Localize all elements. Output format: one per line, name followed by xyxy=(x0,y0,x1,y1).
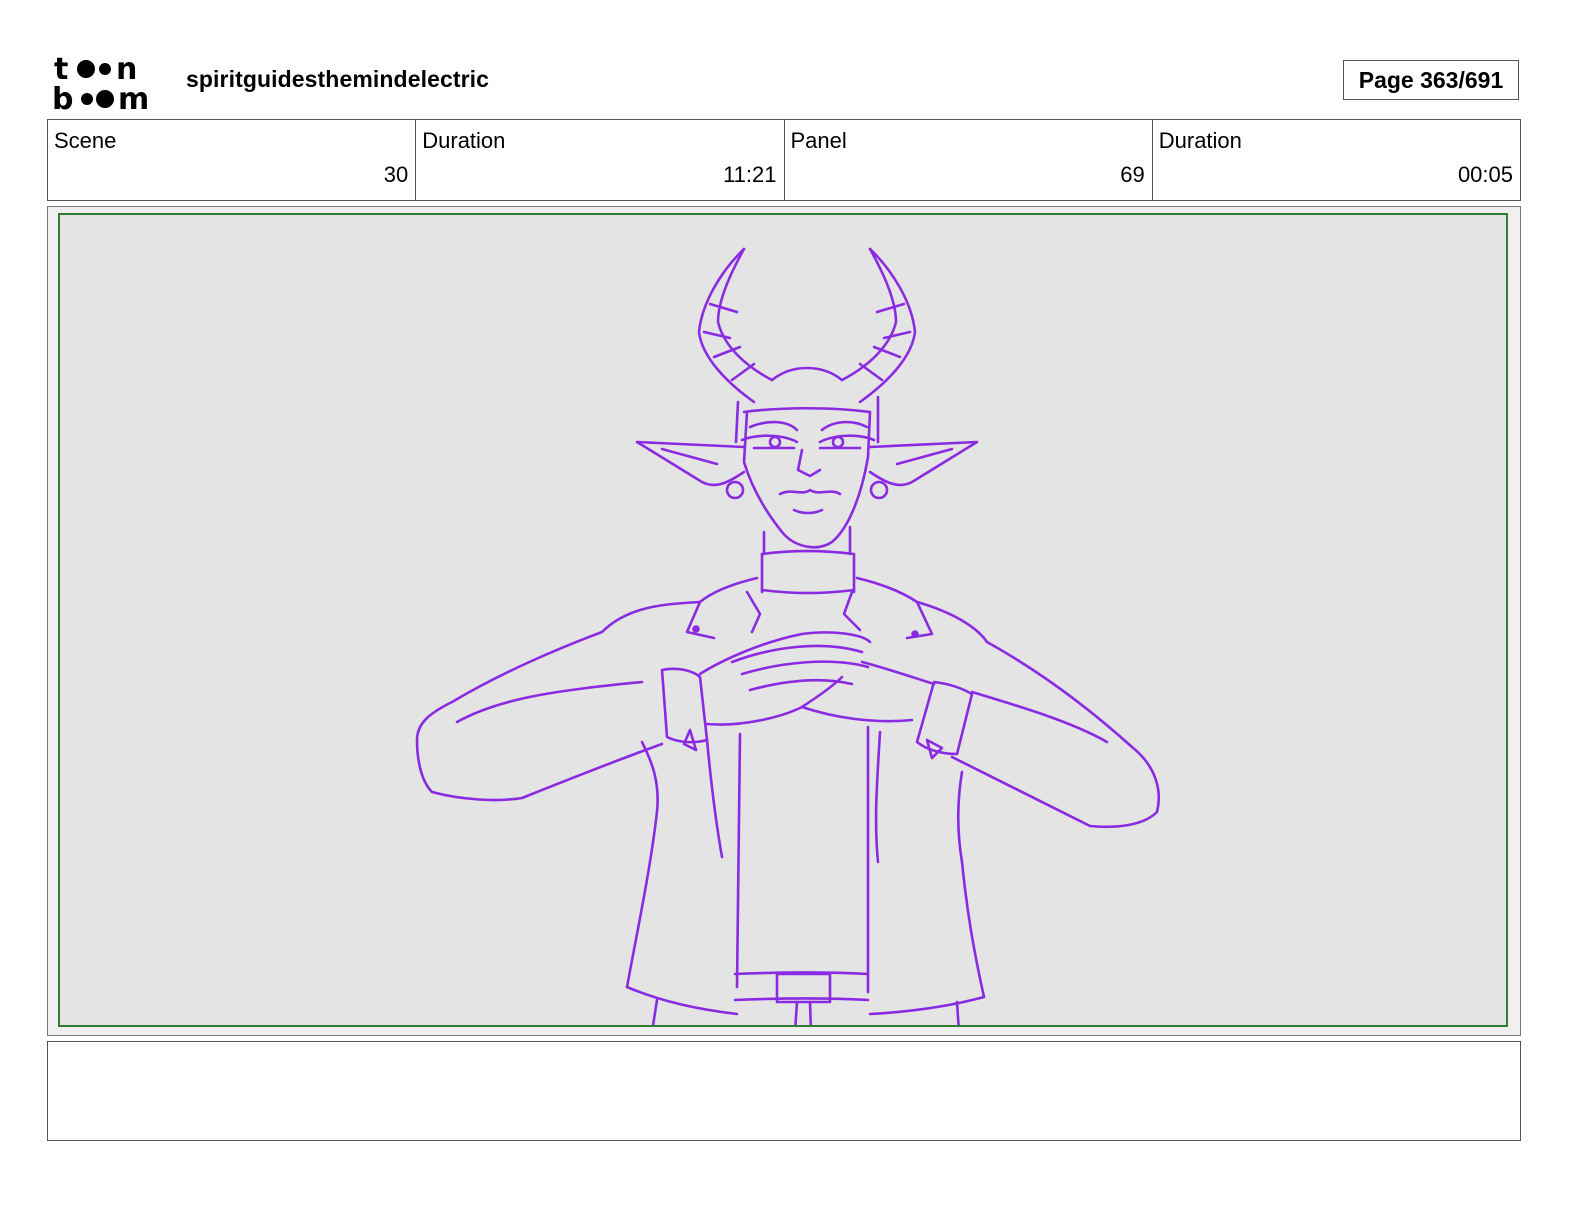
panel-duration-value: 00:05 xyxy=(1457,162,1513,187)
panel-cell: Panel 69 xyxy=(785,120,1153,200)
panel-duration-label: Duration xyxy=(1158,128,1242,153)
svg-text:b: b xyxy=(52,82,73,112)
scene-label: Scene xyxy=(54,128,117,153)
scene-duration-cell: Duration 11:21 xyxy=(416,120,785,200)
character-sketch xyxy=(415,247,1161,1025)
panel-duration-cell: Duration 00:05 xyxy=(1153,120,1520,200)
panel-label: Panel xyxy=(790,128,847,153)
scene-duration-label: Duration xyxy=(422,128,506,153)
panel-value: 69 xyxy=(1120,162,1145,187)
toon-boom-logo: t n b m xyxy=(52,52,164,117)
scene-cell: Scene 30 xyxy=(48,120,417,200)
panel-image xyxy=(58,213,1508,1027)
panel-info-row: Scene 30 Duration 11:21 Panel 69 Duratio… xyxy=(47,119,1521,201)
svg-text:m: m xyxy=(118,82,149,112)
scene-value: 30 xyxy=(383,162,409,187)
panel-notes[interactable] xyxy=(47,1041,1521,1141)
page-indicator: Page 363/691 xyxy=(1343,60,1519,100)
scene-duration-value: 11:21 xyxy=(723,162,777,187)
project-title: spiritguidesthemindelectric xyxy=(186,66,490,92)
